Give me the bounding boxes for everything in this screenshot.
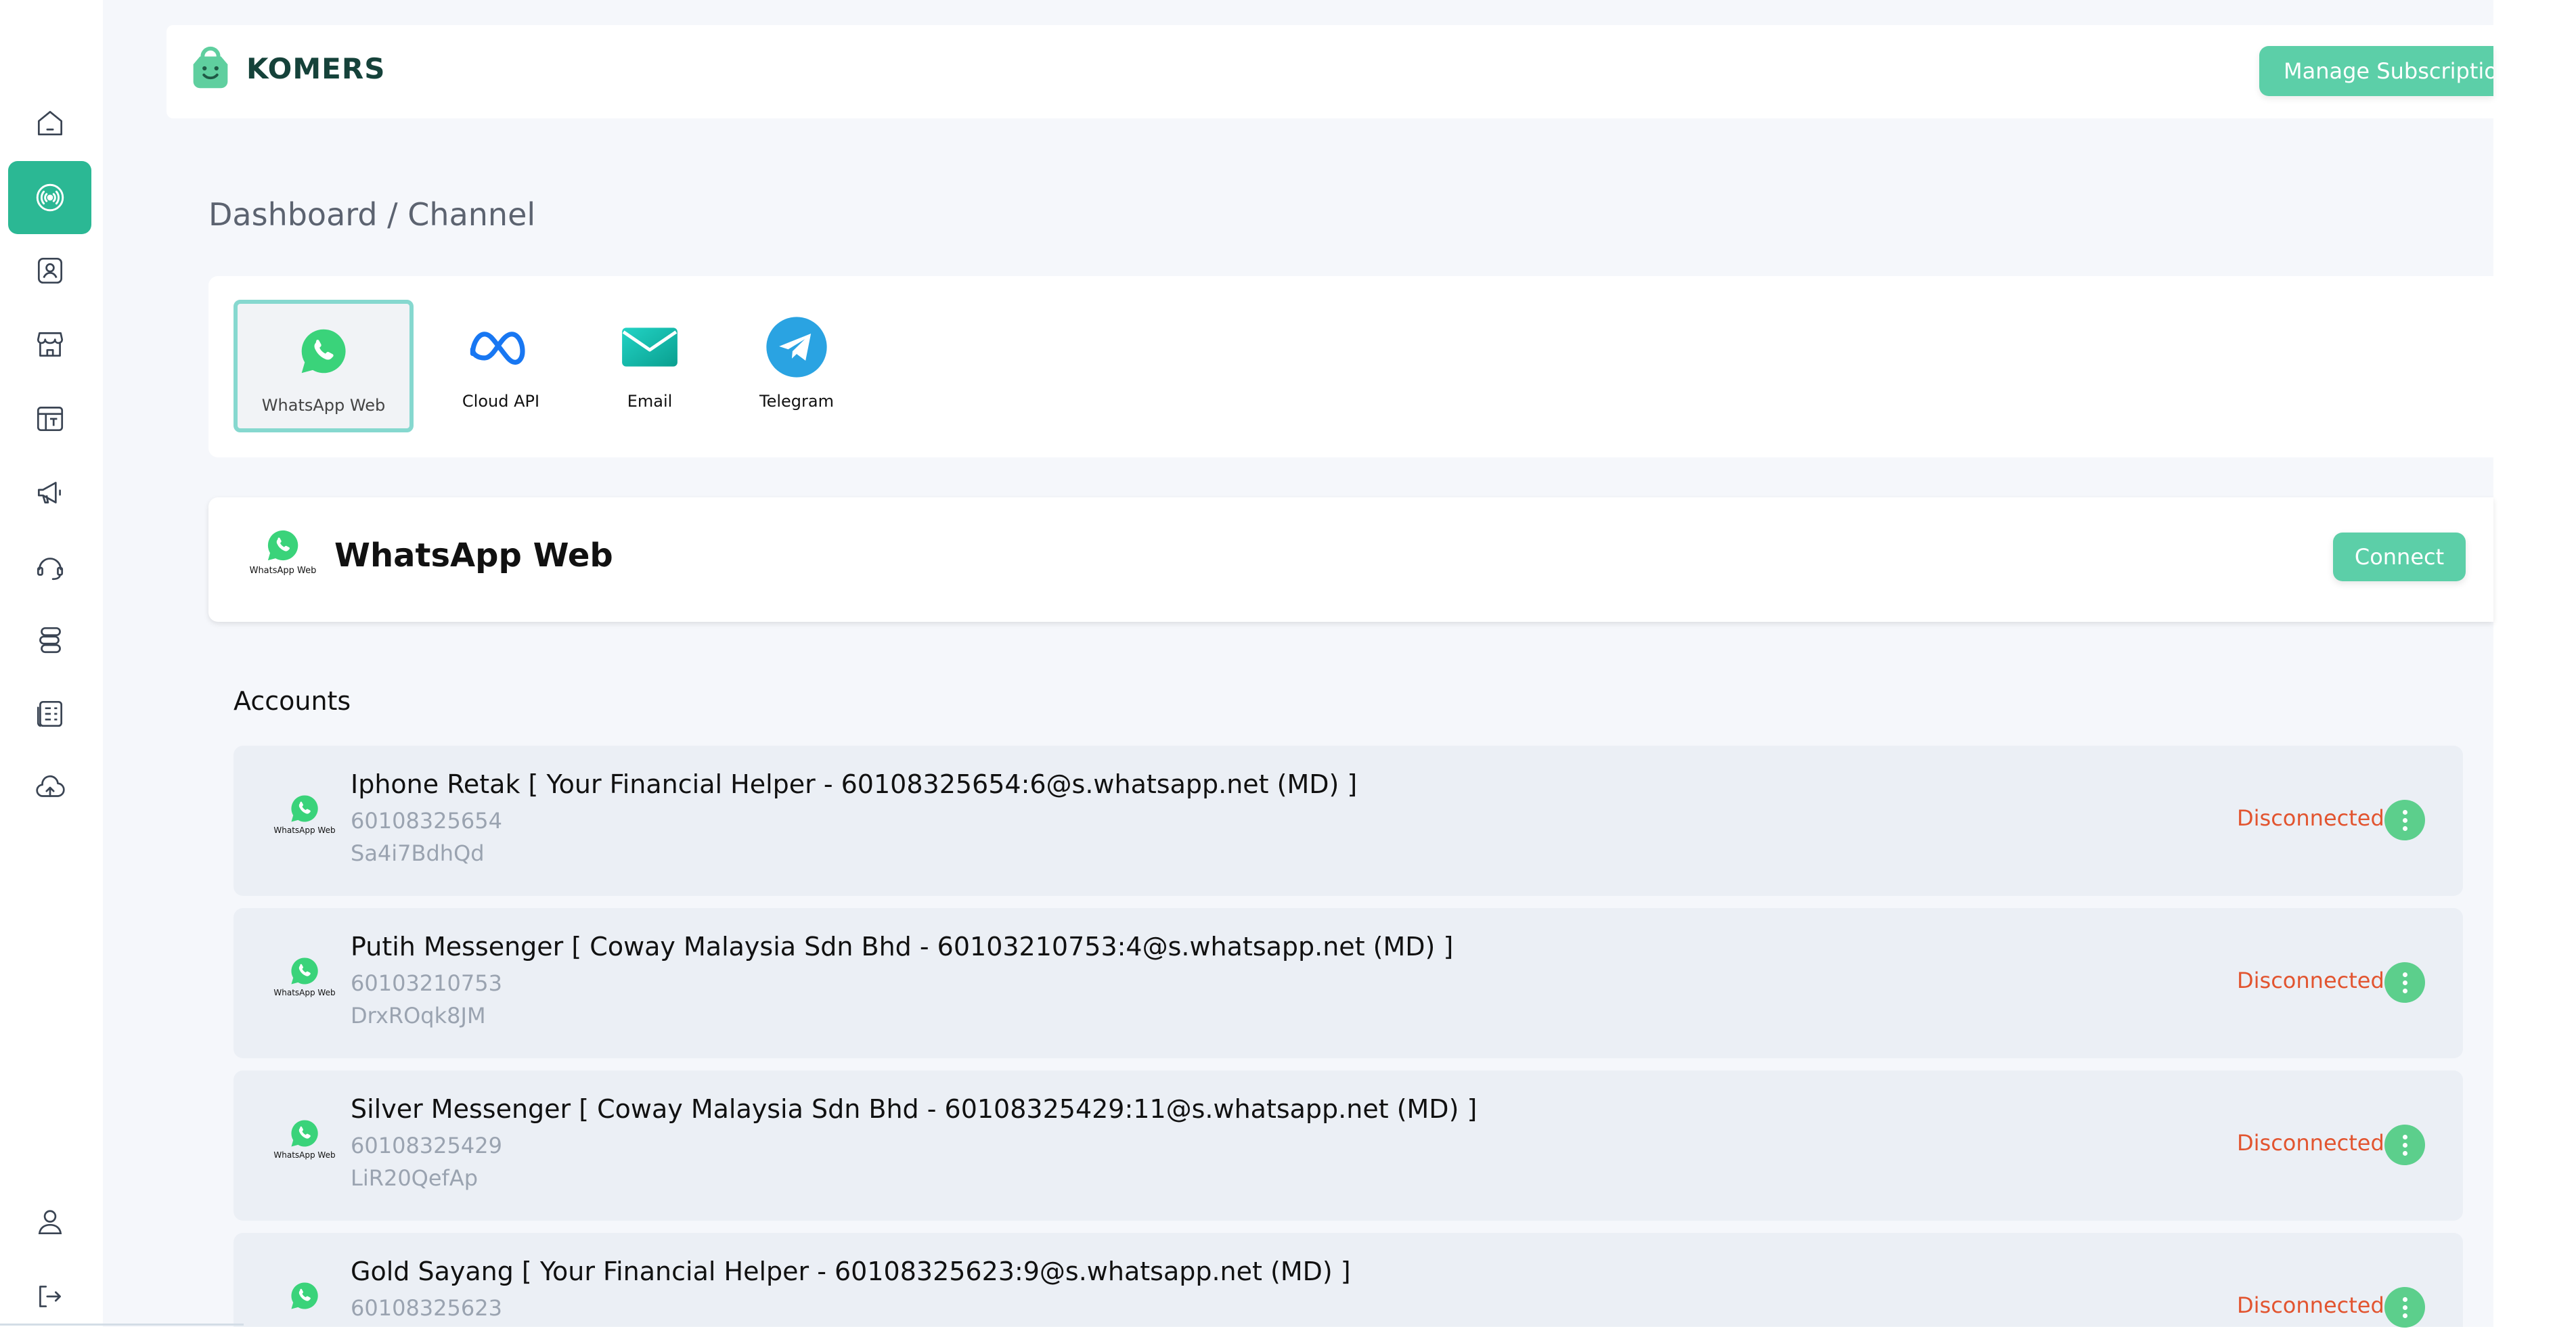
meta-icon <box>470 332 525 365</box>
account-code: DrxROqk8JM <box>351 1003 486 1029</box>
connect-button[interactable]: Connect <box>2333 533 2466 581</box>
whatsapp-icon <box>291 795 318 822</box>
more-options-icon[interactable] <box>2384 962 2425 1003</box>
account-row[interactable]: WhatsApp Web Putih Messenger [ Coway Mal… <box>234 908 2463 1058</box>
accounts-heading: Accounts <box>234 686 351 716</box>
channel-tab-telegram[interactable]: Telegram <box>707 300 887 432</box>
bottom-border <box>0 1324 244 1326</box>
account-status: Disconnected <box>2237 1292 2384 1318</box>
account-phone: 60103210753 <box>351 970 502 996</box>
more-options-icon[interactable] <box>2384 1125 2425 1165</box>
breadcrumb: Dashboard / Channel <box>208 196 536 233</box>
store-icon <box>37 332 63 357</box>
account-logo: WhatsApp Web <box>267 793 342 835</box>
whatsapp-web-logo: WhatsApp Web <box>242 528 324 576</box>
sidebar-item-flows[interactable] <box>8 604 91 677</box>
channel-title: WhatsApp Web <box>334 537 613 574</box>
sidebar-item-channel[interactable] <box>8 161 91 234</box>
whatsapp-icon <box>291 1282 318 1309</box>
account-status: Disconnected <box>2237 1130 2384 1156</box>
channel-tab-whatsapp-web[interactable]: WhatsApp Web <box>234 300 414 432</box>
account-row[interactable]: WhatsApp Web Iphone Retak [ Your Financi… <box>234 746 2463 896</box>
more-options-icon[interactable] <box>2384 1287 2425 1328</box>
right-margin <box>2493 0 2576 1327</box>
komers-logo-icon <box>193 46 228 89</box>
sidebar <box>0 0 103 1327</box>
home-icon <box>37 110 62 136</box>
account-row[interactable]: Gold Sayang [ Your Financial Helper - 60… <box>234 1233 2463 1328</box>
whatsapp-icon <box>267 530 298 561</box>
sidebar-item-store[interactable] <box>8 308 91 381</box>
account-logo: WhatsApp Web <box>267 1118 342 1160</box>
logo-caption: WhatsApp Web <box>273 1150 336 1160</box>
sidebar-item-contacts[interactable] <box>8 234 91 307</box>
cloud-upload-icon <box>35 775 65 797</box>
megaphone-icon <box>37 482 61 503</box>
account-name: Putih Messenger [ Coway Malaysia Sdn Bhd… <box>351 932 1454 962</box>
account-name: Gold Sayang [ Your Financial Helper - 60… <box>351 1257 1351 1286</box>
email-icon <box>622 327 678 367</box>
sidebar-item-home[interactable] <box>8 87 91 160</box>
sidebar-item-support[interactable] <box>8 530 91 603</box>
sidebar-item-cloud[interactable] <box>8 751 91 824</box>
account-code: LiR20QefAp <box>351 1165 479 1191</box>
manage-subscription-button[interactable]: Manage Subscription <box>2259 46 2493 96</box>
brand-name: KOMERS <box>246 51 386 85</box>
whatsapp-icon <box>291 1120 318 1147</box>
logout-icon <box>39 1286 61 1307</box>
user-icon <box>38 1210 62 1235</box>
sidebar-item-templates[interactable] <box>8 382 91 455</box>
channel-tab-label: Email <box>627 392 673 411</box>
document-icon <box>37 700 62 727</box>
top-bar <box>166 25 2493 118</box>
contact-card-icon <box>37 257 62 284</box>
account-row[interactable]: WhatsApp Web Silver Messenger [ Coway Ma… <box>234 1070 2463 1221</box>
account-status: Disconnected <box>2237 968 2384 993</box>
komers-logo[interactable]: KOMERS <box>184 42 385 95</box>
account-name: Iphone Retak [ Your Financial Helper - 6… <box>351 769 1358 799</box>
channel-tab-label: Cloud API <box>462 392 540 411</box>
more-options-icon[interactable] <box>2384 800 2425 840</box>
logo-caption: WhatsApp Web <box>249 566 317 576</box>
headset-icon <box>37 558 63 581</box>
account-phone: 60108325623 <box>351 1295 502 1321</box>
telegram-icon <box>766 317 827 378</box>
sidebar-item-reports[interactable] <box>8 677 91 750</box>
sidebar-item-logout[interactable] <box>8 1260 91 1333</box>
account-phone: 60108325654 <box>351 808 502 834</box>
whatsapp-icon <box>291 957 318 985</box>
account-logo <box>267 1280 342 1311</box>
layout-template-icon <box>37 406 63 432</box>
account-logo: WhatsApp Web <box>267 955 342 997</box>
sidebar-item-campaigns[interactable] <box>8 456 91 529</box>
logo-caption: WhatsApp Web <box>273 826 336 835</box>
channel-broadcast-icon <box>36 183 64 212</box>
channel-tab-label: WhatsApp Web <box>261 396 386 415</box>
account-phone: 60108325429 <box>351 1133 502 1158</box>
account-name: Silver Messenger [ Coway Malaysia Sdn Bh… <box>351 1094 1478 1124</box>
logo-caption: WhatsApp Web <box>273 988 336 997</box>
channel-tab-label: Telegram <box>759 392 834 411</box>
flow-icon <box>39 627 61 654</box>
account-code: Sa4i7BdhQd <box>351 840 485 866</box>
whatsapp-icon <box>301 329 346 374</box>
account-status: Disconnected <box>2237 805 2384 831</box>
sidebar-item-profile[interactable] <box>8 1185 91 1259</box>
